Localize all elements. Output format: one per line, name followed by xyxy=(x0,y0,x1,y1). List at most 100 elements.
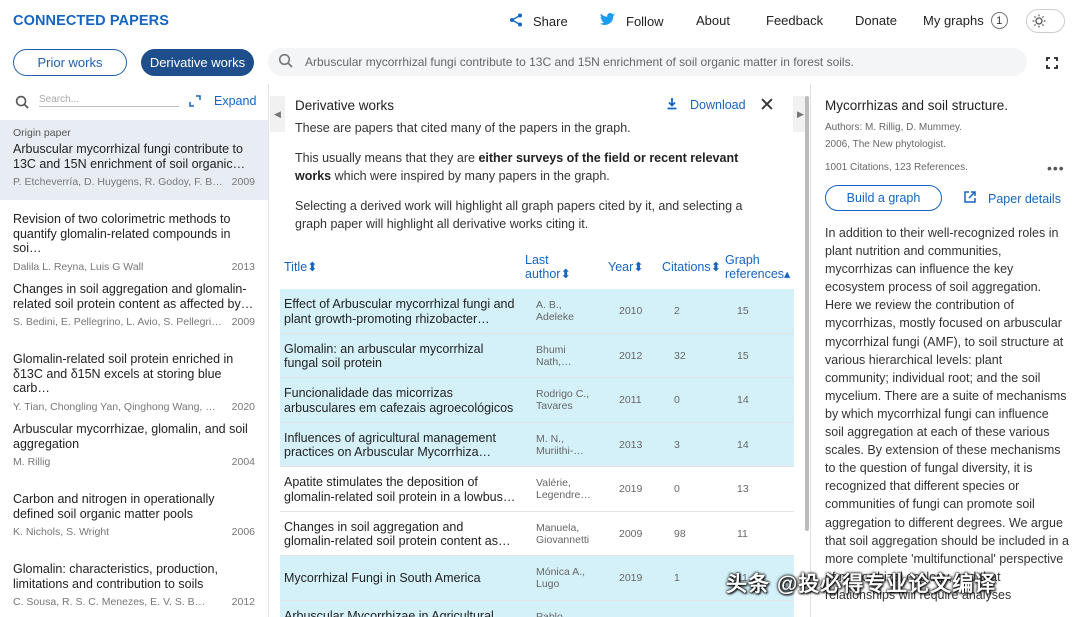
derivative-works-button[interactable]: Derivative works xyxy=(141,49,254,76)
row-graph-references: 13 xyxy=(737,483,749,495)
my-graphs-link[interactable]: My graphs 1 xyxy=(923,12,1008,29)
scrollbar[interactable] xyxy=(805,96,809,531)
paper-title: Glomalin-related soil protein enriched i… xyxy=(13,352,234,395)
table-row[interactable]: Effect of Arbuscular mycorrhizal fungi a… xyxy=(280,289,794,334)
list-item[interactable]: Revision of two colorimetric methods to … xyxy=(0,212,268,273)
search-icon xyxy=(278,53,294,74)
paper-year: 2004 xyxy=(231,456,255,468)
column-citations[interactable]: Citations⬍ xyxy=(662,260,721,274)
column-title[interactable]: Title⬍ xyxy=(284,260,318,274)
row-year: 2010 xyxy=(619,305,643,317)
row-title: Apatite stimulates the deposition of glo… xyxy=(284,475,516,504)
list-item[interactable]: Glomalin: characteristics, production, l… xyxy=(0,562,268,608)
donate-link[interactable]: Donate xyxy=(855,13,897,28)
collapse-left-button[interactable]: ◀ xyxy=(270,96,285,132)
row-title: Changes in soil aggregation and glomalin… xyxy=(284,519,511,549)
search-icon xyxy=(15,95,30,115)
description-1: These are papers that cited many of the … xyxy=(295,121,631,135)
paper-title: Carbon and nitrogen in operationally def… xyxy=(13,492,215,521)
row-title: Influences of agricultural management pr… xyxy=(284,430,496,460)
table-row[interactable]: Changes in soil aggregation and glomalin… xyxy=(280,512,794,556)
row-title: Funcionalidade das micorrizas arbuscular… xyxy=(284,386,514,415)
row-citations: 32 xyxy=(674,349,686,362)
column-graph-references[interactable]: Graph references▴ xyxy=(725,253,793,281)
paper-title: Glomalin: characteristics, production, l… xyxy=(13,562,218,591)
paper-year: 2012 xyxy=(231,596,255,608)
share-link[interactable]: Share xyxy=(509,13,568,30)
prior-works-button[interactable]: Prior works xyxy=(13,49,127,76)
panel-title: Derivative works xyxy=(295,98,395,113)
table-row[interactable]: Glomalin: an arbuscular mycorrhizal fung… xyxy=(280,333,794,378)
paper-details-label: Paper details xyxy=(988,191,1061,206)
paper-search-bar[interactable]: Arbuscular mycorrhizal fungi contribute … xyxy=(268,48,1027,76)
row-year: 2012 xyxy=(619,349,643,362)
follow-link[interactable]: Follow xyxy=(600,13,664,29)
sun-icon xyxy=(1030,12,1048,30)
paper-authors: C. Sousa, R. S. C. Menezes, E. V. S. B… xyxy=(13,596,206,608)
paper-authors: Y. Tian, Chongling Yan, Qinghong Wang, W… xyxy=(13,400,223,413)
paper-authors: K. Nichols, S. Wright xyxy=(13,526,110,538)
top-bar: CONNECTED PAPERS Share Follow About Feed… xyxy=(0,0,1080,42)
paper-year: 2020 xyxy=(231,400,255,413)
list-item[interactable]: Glomalin-related soil protein enriched i… xyxy=(0,352,268,413)
table-row[interactable]: Apatite stimulates the deposition of glo… xyxy=(280,467,794,512)
list-item[interactable]: Arbuscular mycorrhizae, glomalin, and so… xyxy=(0,422,268,468)
row-last-author: Bhumi Nath,… xyxy=(536,343,572,368)
row-graph-references: 15 xyxy=(737,349,749,362)
paper-year: 2009 xyxy=(231,176,255,188)
paper-authors: P. Etcheverría, D. Huygens, R. Godoy, F.… xyxy=(13,176,223,188)
follow-label: Follow xyxy=(626,13,664,29)
row-citations: 0 xyxy=(674,483,680,495)
row-last-author: Rodrigo C., Tavares xyxy=(536,388,590,412)
table-header: Title⬍ Last author⬍ Year⬍ Citations⬍ Gra… xyxy=(280,252,794,287)
fullscreen-icon[interactable] xyxy=(1041,52,1063,74)
row-year: 2019 xyxy=(619,572,643,584)
list-search-input[interactable]: Search... xyxy=(39,94,179,107)
row-graph-references: 15 xyxy=(737,305,749,317)
about-link[interactable]: About xyxy=(696,13,730,28)
row-graph-references: 14 xyxy=(737,438,749,451)
paper-year: 2013 xyxy=(231,260,255,273)
row-year: 2013 xyxy=(619,438,643,451)
table-row[interactable]: Funcionalidade das micorrizas arbuscular… xyxy=(280,378,794,423)
table-row[interactable]: Arbuscular Mycorrhizae in Agricultural Pa… xyxy=(280,600,794,617)
row-graph-references: 11 xyxy=(737,527,748,540)
my-graphs-count-badge: 1 xyxy=(990,12,1008,29)
expand-icon[interactable] xyxy=(188,94,202,113)
column-last-author[interactable]: Last author⬍ xyxy=(525,253,580,281)
row-last-author: Mónica A., Lugo xyxy=(536,566,586,590)
chevron-left-icon: ◀ xyxy=(274,108,281,119)
graph-papers-list: Search... Expand Origin paper Arbuscular… xyxy=(0,84,269,617)
search-input[interactable]: Arbuscular mycorrhizal fungi contribute … xyxy=(305,55,854,69)
row-graph-references: 14 xyxy=(737,394,749,406)
detail-abstract: In addition to their well-recognized rol… xyxy=(825,226,1069,602)
expand-button[interactable]: Expand xyxy=(214,94,256,108)
column-year[interactable]: Year⬍ xyxy=(608,260,644,274)
download-button[interactable]: Download xyxy=(666,97,746,113)
theme-toggle[interactable] xyxy=(1026,9,1065,33)
table-row[interactable]: Mycorrhizal Fungi in South America Mónica… xyxy=(280,556,794,601)
detail-journal: 2006, The New phytologist. xyxy=(825,139,947,150)
external-link-icon xyxy=(963,190,977,207)
paper-title: Arbuscular mycorrhizal fungi contribute … xyxy=(13,142,246,171)
paper-title: Revision of two colorimetric methods to … xyxy=(13,212,231,255)
more-options-icon[interactable]: ••• xyxy=(1047,160,1065,176)
paper-title: Changes in soil aggregation and glomalin… xyxy=(13,282,254,311)
origin-paper-item[interactable]: Origin paper Arbuscular mycorrhizal fung… xyxy=(0,120,268,200)
watermark: 头条 @投必得专业论文编译 xyxy=(726,573,997,596)
feedback-link[interactable]: Feedback xyxy=(766,13,823,28)
description-3: Selecting a derived work will highlight … xyxy=(295,199,743,231)
app-logo[interactable]: CONNECTED PAPERS xyxy=(13,13,169,29)
row-title: Mycorrhizal Fungi in South America xyxy=(284,571,481,585)
close-icon[interactable]: ✕ xyxy=(759,94,775,117)
row-last-author: Manuela, Giovannetti xyxy=(536,521,590,546)
paper-title: Arbuscular mycorrhizae, glomalin, and so… xyxy=(13,422,248,451)
build-graph-button[interactable]: Build a graph xyxy=(825,185,942,211)
paper-details-link[interactable]: Paper details xyxy=(963,190,1061,207)
sub-bar: Prior works Derivative works Arbuscular … xyxy=(0,42,1080,84)
list-item[interactable]: Carbon and nitrogen in operationally def… xyxy=(0,492,268,538)
list-item[interactable]: Changes in soil aggregation and glomalin… xyxy=(0,282,268,328)
paper-authors: M. Rillig xyxy=(13,456,51,468)
table-row[interactable]: Influences of agricultural management pr… xyxy=(280,422,794,467)
row-year: 2019 xyxy=(619,483,643,495)
